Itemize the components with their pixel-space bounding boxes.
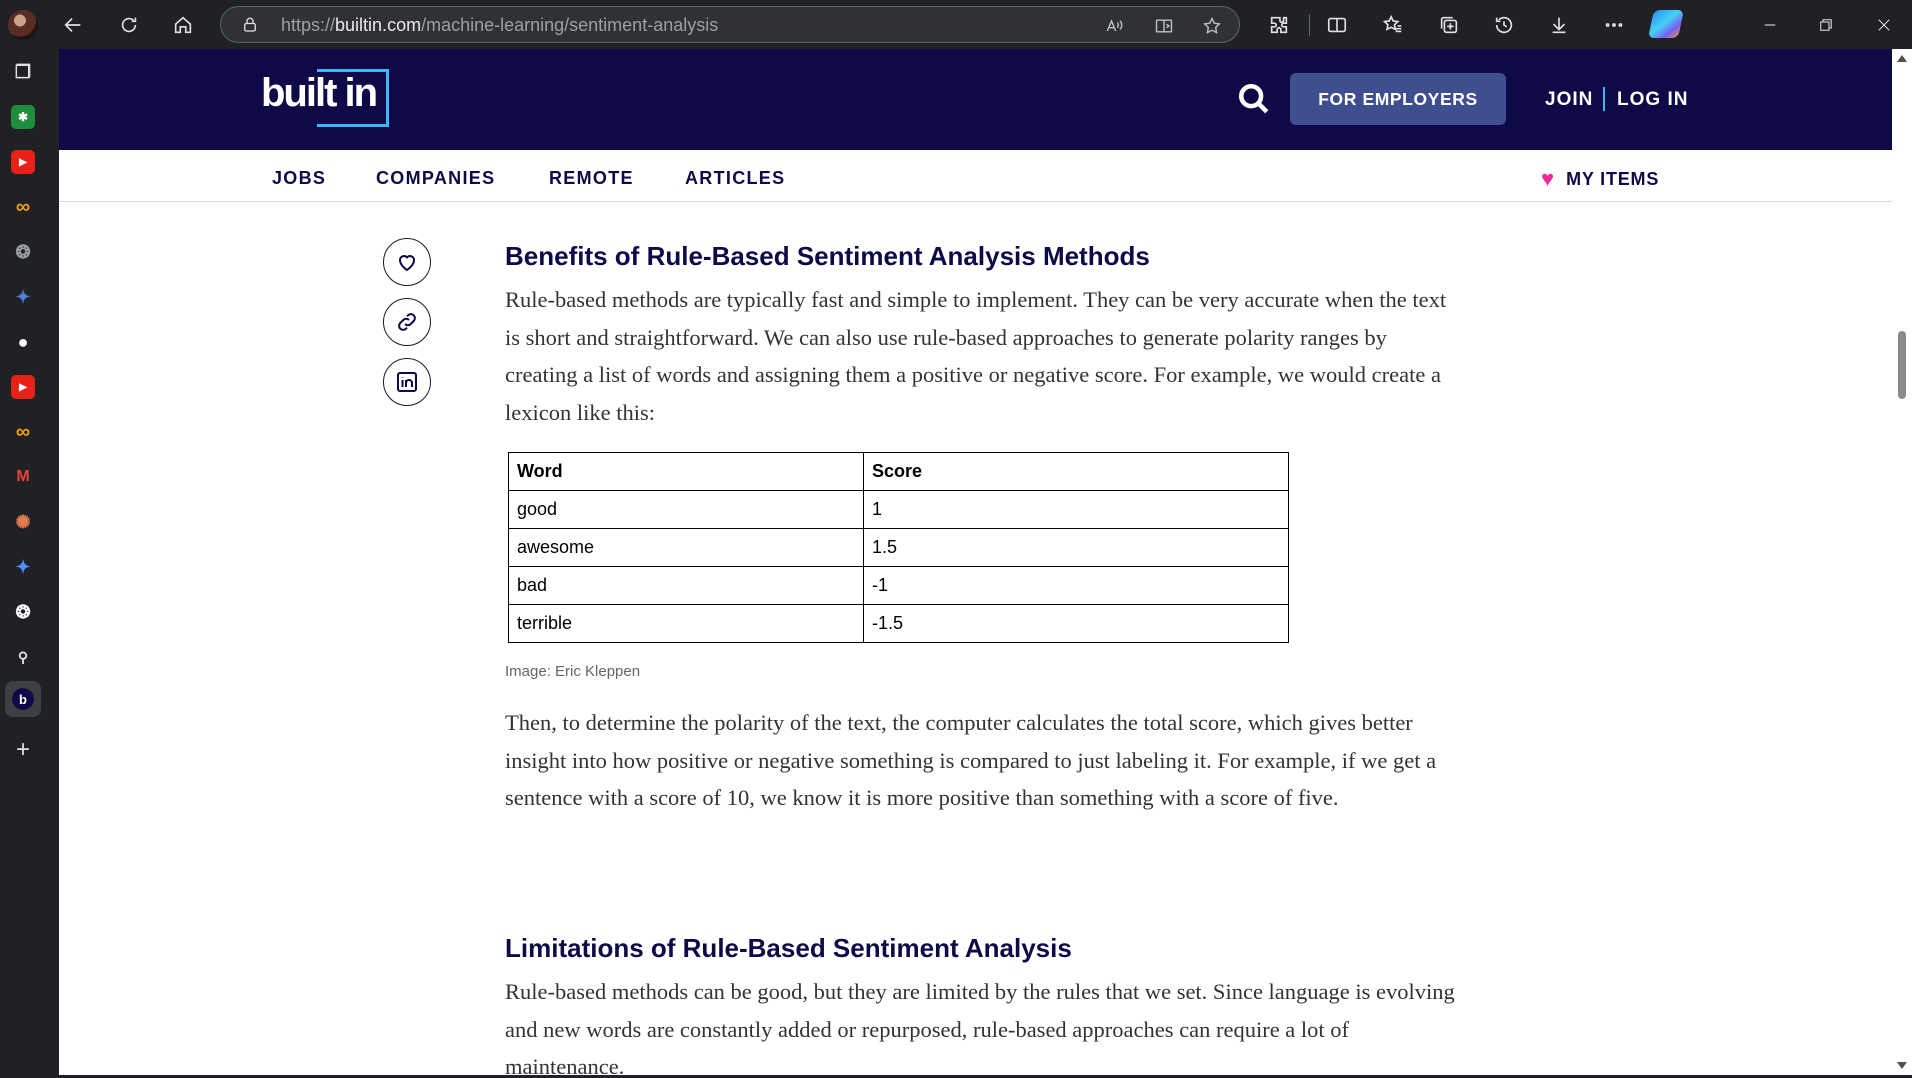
nav-articles[interactable]: ARTICLES	[685, 168, 785, 189]
restore-icon[interactable]	[1806, 8, 1846, 42]
split-screen-icon[interactable]	[1320, 8, 1354, 42]
paragraph: Rule-based methods can be good, but they…	[505, 979, 1455, 1075]
table-cell: 1.5	[863, 528, 1289, 567]
linkedin-icon	[397, 372, 417, 392]
lexicon-table: Word Score good 1 awesome 1.5 bad -1 ter…	[508, 452, 1289, 643]
paragraph: Then, to determine the polarity of the t…	[505, 710, 1437, 811]
heart-icon: ♥	[1541, 166, 1555, 191]
search-icon[interactable]	[1237, 82, 1273, 118]
browser-sidebar: ❐ ✱ ▶ ∞ ❂ ✦ ● ▶ ∞ M ✺ ✦ ❂ ⚲ b +	[0, 49, 47, 1078]
table-header-row: Word Score	[508, 452, 1289, 491]
youtube-icon[interactable]: ▶	[11, 375, 35, 399]
section-title: Benefits of Rule-Based Sentiment Analysi…	[505, 241, 1150, 271]
home-icon[interactable]	[166, 8, 200, 42]
site-header: built in FOR EMPLOYERS JOIN LOG IN	[59, 49, 1892, 150]
gemini-icon[interactable]: ✦	[11, 285, 35, 309]
table-row: terrible -1.5	[508, 604, 1289, 643]
claude-icon[interactable]: ✺	[11, 510, 35, 534]
back-icon[interactable]	[56, 8, 90, 42]
logo-frame	[317, 69, 389, 127]
table-cell: bad	[508, 566, 864, 605]
chatgpt-icon[interactable]: ❂	[11, 240, 35, 264]
scroll-down-arrow[interactable]	[1897, 1062, 1907, 1069]
image-caption: Image: Eric Kleppen	[505, 663, 641, 680]
paragraph: Rule-based methods are typically fast an…	[505, 287, 1447, 425]
link-icon	[398, 313, 416, 331]
nav-remote[interactable]: REMOTE	[549, 168, 634, 189]
github-icon[interactable]: ●	[11, 330, 35, 354]
add-icon[interactable]: +	[11, 736, 35, 763]
linkedin-share-button[interactable]	[383, 358, 431, 406]
minimize-icon[interactable]	[1750, 8, 1790, 42]
lock-icon	[241, 16, 259, 39]
my-items-label: MY ITEMS	[1566, 168, 1660, 189]
table-row: awesome 1.5	[508, 528, 1289, 567]
downloads-icon[interactable]	[1542, 8, 1576, 42]
join-login-divider	[1603, 87, 1605, 111]
section-title: Limitations of Rule-Based Sentiment Anal…	[505, 933, 1072, 963]
scroll-thumb[interactable]	[1898, 331, 1906, 399]
sidebar-app-icon[interactable]: ✱	[11, 105, 35, 129]
table-cell: 1	[863, 490, 1289, 529]
site-subnav: JOBS COMPANIES REMOTE ARTICLES ♥ MY ITEM…	[59, 150, 1892, 202]
history-icon[interactable]	[1487, 8, 1521, 42]
join-link[interactable]: JOIN	[1545, 89, 1593, 111]
refresh-icon[interactable]	[112, 8, 146, 42]
more-options-icon[interactable]	[1597, 8, 1631, 42]
close-icon[interactable]	[1864, 8, 1904, 42]
my-items-link[interactable]: ♥ MY ITEMS	[1541, 168, 1659, 190]
url-text: https://builtin.com/machine-learning/sen…	[281, 15, 719, 35]
browser-toolbar: https://builtin.com/machine-learning/sen…	[0, 0, 1912, 49]
heart-icon	[398, 255, 416, 272]
copilot-icon[interactable]	[1648, 10, 1684, 38]
table-cell: terrible	[508, 604, 864, 643]
page-scrollbar[interactable]	[1892, 49, 1912, 1075]
infinity-app-icon[interactable]: ∞	[11, 195, 35, 219]
for-employers-button[interactable]: FOR EMPLOYERS	[1290, 73, 1506, 125]
save-heart-button[interactable]	[383, 238, 431, 286]
search-icon[interactable]: ⚲	[11, 645, 35, 669]
address-bar[interactable]: https://builtin.com/machine-learning/sen…	[220, 6, 1240, 43]
scroll-up-arrow[interactable]	[1897, 55, 1907, 62]
table-cell: good	[508, 490, 864, 529]
collections-icon[interactable]	[1432, 8, 1466, 42]
table-cell: awesome	[508, 528, 864, 567]
profile-avatar[interactable]	[8, 10, 38, 40]
builtin-app-icon[interactable]: b	[5, 681, 41, 717]
youtube-icon[interactable]: ▶	[11, 150, 35, 174]
immersive-reader-icon[interactable]	[1151, 13, 1177, 39]
tab-actions-icon[interactable]: ❐	[11, 60, 35, 84]
copy-link-button[interactable]	[383, 298, 431, 346]
chatgpt-icon[interactable]: ❂	[11, 600, 35, 624]
table-header: Score	[863, 452, 1289, 491]
page-viewport: built in FOR EMPLOYERS JOIN LOG IN JOBS …	[59, 49, 1892, 1075]
table-cell: -1	[863, 566, 1289, 605]
gmail-icon[interactable]: M	[11, 465, 35, 489]
extensions-icon[interactable]	[1262, 8, 1296, 42]
table-cell: -1.5	[863, 604, 1289, 643]
favorites-icon[interactable]	[1376, 8, 1410, 42]
read-aloud-icon[interactable]	[1101, 13, 1127, 39]
gemini-icon[interactable]: ✦	[11, 555, 35, 579]
infinity-app-icon[interactable]: ∞	[11, 420, 35, 444]
favorite-star-icon[interactable]	[1199, 13, 1225, 39]
nav-jobs[interactable]: JOBS	[272, 168, 326, 189]
table-header: Word	[508, 452, 864, 491]
table-row: good 1	[508, 490, 1289, 529]
builtin-logo[interactable]: built in	[261, 69, 401, 131]
nav-companies[interactable]: COMPANIES	[376, 168, 495, 189]
login-link[interactable]: LOG IN	[1617, 89, 1688, 111]
table-row: bad -1	[508, 566, 1289, 605]
